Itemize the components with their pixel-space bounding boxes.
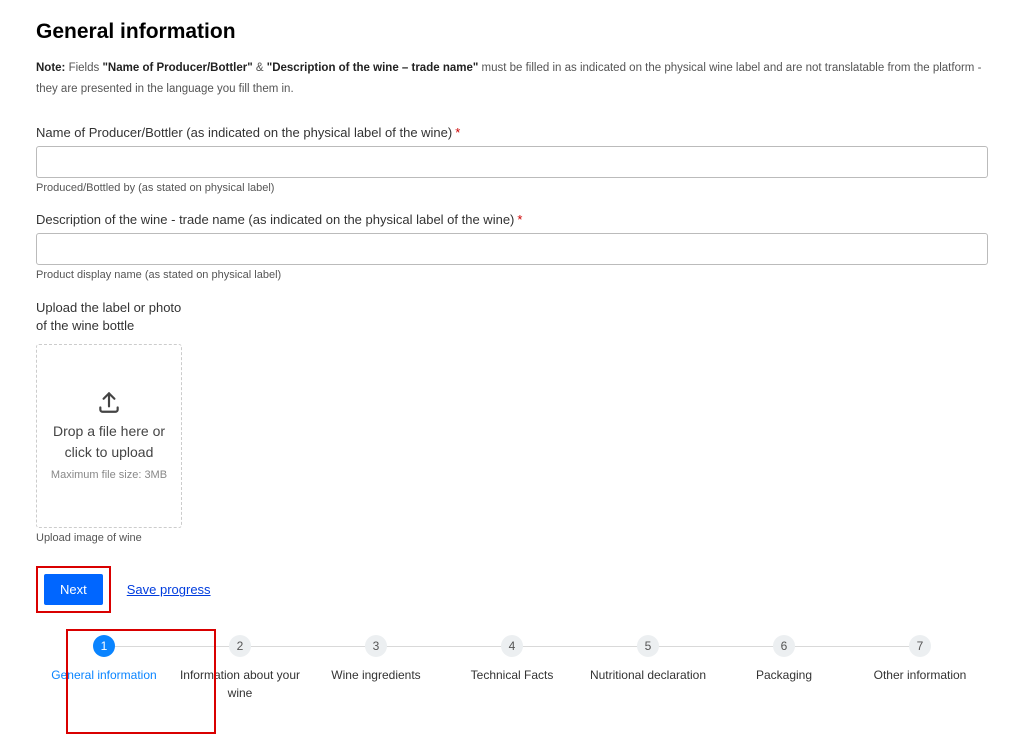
- producer-input[interactable]: [36, 146, 988, 178]
- producer-label: Name of Producer/Bottler (as indicated o…: [36, 125, 988, 140]
- upload-icon: [96, 389, 122, 415]
- required-indicator: *: [455, 125, 460, 140]
- step-number: 1: [93, 635, 115, 657]
- stepper: 1 General information 2 Information abou…: [36, 635, 988, 702]
- upload-field-group: Upload the label or photo of the wine bo…: [36, 299, 988, 544]
- step-label: General information: [36, 667, 172, 684]
- required-indicator: *: [517, 212, 522, 227]
- step-label: Technical Facts: [444, 667, 580, 684]
- step-number: 2: [229, 635, 251, 657]
- next-highlight-box: Next: [36, 566, 111, 613]
- upload-dropzone[interactable]: Drop a file here or click to upload Maxi…: [36, 344, 182, 528]
- next-button[interactable]: Next: [44, 574, 103, 605]
- step-label: Wine ingredients: [308, 667, 444, 684]
- producer-helper: Produced/Bottled by (as stated on physic…: [36, 182, 988, 194]
- description-field-group: Description of the wine - trade name (as…: [36, 212, 988, 281]
- actions-row: Next Save progress: [36, 566, 988, 613]
- step-number: 5: [637, 635, 659, 657]
- note-text: Note: Fields "Name of Producer/Bottler" …: [36, 58, 988, 99]
- dropzone-main-text: Drop a file here or click to upload: [45, 421, 173, 462]
- page-title: General information: [36, 20, 988, 44]
- step-general-information[interactable]: 1 General information: [36, 635, 172, 684]
- step-number: 4: [501, 635, 523, 657]
- step-number: 6: [773, 635, 795, 657]
- step-label: Other information: [852, 667, 988, 684]
- description-helper: Product display name (as stated on physi…: [36, 269, 988, 281]
- step-number: 3: [365, 635, 387, 657]
- step-label: Nutritional declaration: [580, 667, 716, 684]
- step-number: 7: [909, 635, 931, 657]
- step-technical-facts[interactable]: 4 Technical Facts: [444, 635, 580, 684]
- description-label: Description of the wine - trade name (as…: [36, 212, 988, 227]
- step-wine-ingredients[interactable]: 3 Wine ingredients: [308, 635, 444, 684]
- step-packaging[interactable]: 6 Packaging: [716, 635, 852, 684]
- step-other-information[interactable]: 7 Other information: [852, 635, 988, 684]
- step-nutritional-declaration[interactable]: 5 Nutritional declaration: [580, 635, 716, 684]
- dropzone-sub-text: Maximum file size: 3MB: [51, 468, 167, 483]
- save-progress-link[interactable]: Save progress: [127, 582, 211, 597]
- note-prefix: Note:: [36, 62, 65, 74]
- producer-field-group: Name of Producer/Bottler (as indicated o…: [36, 125, 988, 194]
- step-label: Information about your wine: [172, 667, 308, 702]
- upload-helper: Upload image of wine: [36, 532, 988, 544]
- upload-label: Upload the label or photo of the wine bo…: [36, 299, 236, 334]
- step-label: Packaging: [716, 667, 852, 684]
- description-input[interactable]: [36, 233, 988, 265]
